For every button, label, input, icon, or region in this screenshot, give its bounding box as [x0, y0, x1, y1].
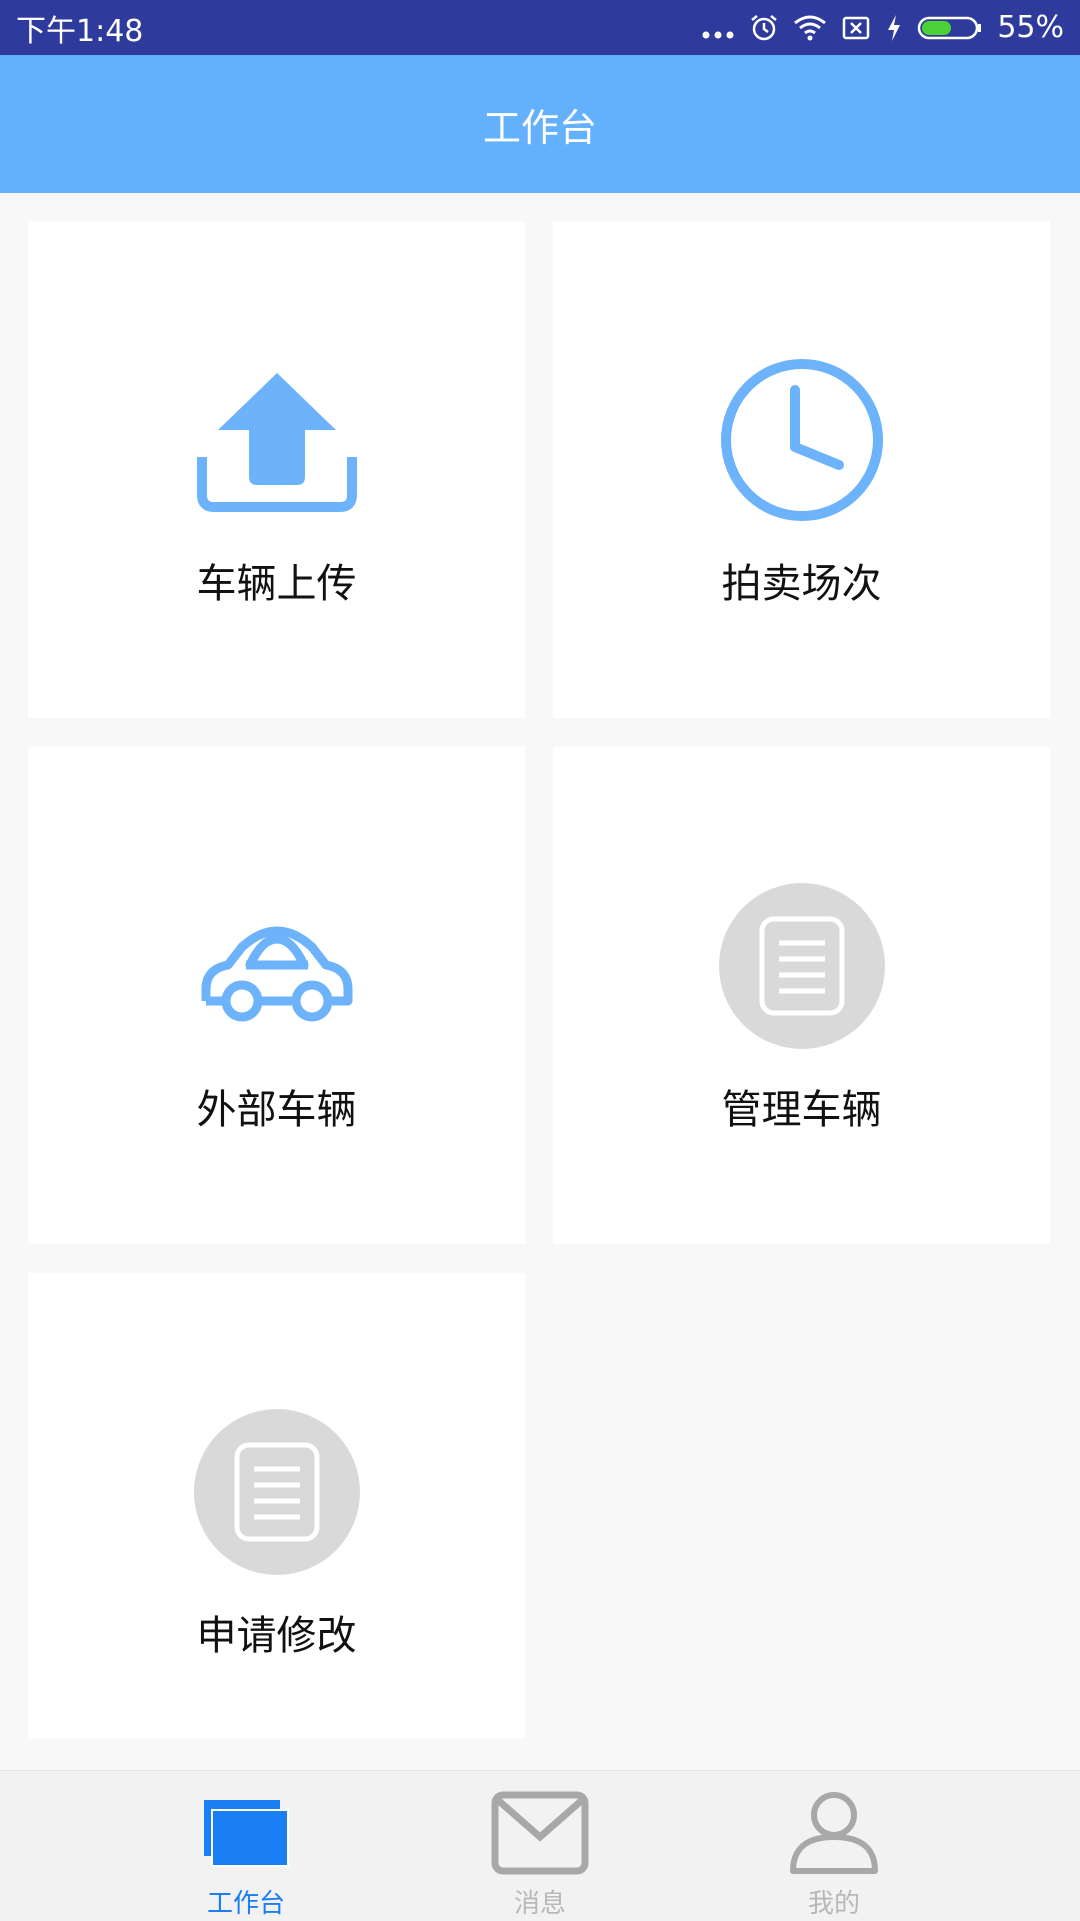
app-header: 工作台 [0, 55, 1080, 193]
nav-item-messages[interactable]: 消息 [460, 1771, 620, 1921]
no-sim-icon [843, 16, 870, 39]
document-icon [192, 1407, 362, 1577]
car-icon [192, 881, 362, 1051]
tile-external-vehicles[interactable]: 外部车辆 [28, 747, 525, 1244]
user-icon [789, 1785, 879, 1881]
workbench-icon [202, 1785, 290, 1881]
battery-percent: 55% [997, 10, 1064, 45]
charging-icon [888, 14, 901, 41]
nav-label: 工作台 [206, 1889, 285, 1919]
tile-auction-sessions[interactable]: 拍卖场次 [553, 221, 1050, 718]
page-title: 工作台 [482, 105, 597, 150]
status-time: 下午1:48 [16, 13, 144, 49]
clock-icon [717, 355, 887, 525]
tile-label: 外部车辆 [196, 1087, 357, 1133]
status-icons: 55% [701, 10, 1064, 45]
tile-request-modification[interactable]: 申请修改 [28, 1273, 525, 1739]
status-bar: 下午1:48 55% [0, 0, 1080, 55]
tile-vehicle-upload[interactable]: 车辆上传 [28, 221, 525, 718]
nav-item-mine[interactable]: 我的 [754, 1771, 914, 1921]
tile-label: 车辆上传 [196, 561, 357, 607]
nav-label: 我的 [807, 1889, 860, 1919]
tile-label: 管理车辆 [721, 1087, 882, 1133]
nav-label: 消息 [513, 1889, 566, 1919]
upload-icon [192, 355, 362, 525]
tile-label: 拍卖场次 [721, 561, 882, 607]
more-dots-icon [702, 31, 734, 38]
mail-icon [491, 1785, 589, 1881]
nav-item-workbench[interactable]: 工作台 [166, 1771, 326, 1921]
alarm-icon [751, 14, 778, 40]
tile-label: 申请修改 [196, 1613, 357, 1659]
document-icon [717, 881, 887, 1051]
wifi-icon [794, 15, 827, 40]
tile-manage-vehicles[interactable]: 管理车辆 [553, 747, 1050, 1244]
bottom-nav: 工作台 消息 我的 [0, 1770, 1080, 1921]
battery-icon [918, 16, 982, 39]
